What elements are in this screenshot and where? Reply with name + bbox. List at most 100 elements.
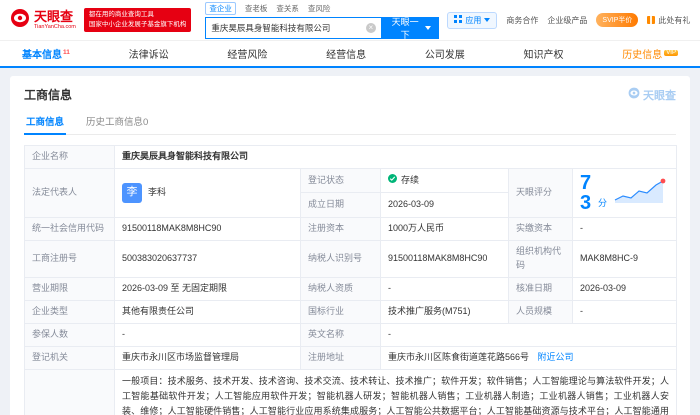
insured-count-label: 参保人数	[25, 323, 115, 346]
watermark: 天眼查	[628, 87, 676, 103]
search-type-tabs: 查企业 查老板 查关系 查风险	[205, 2, 439, 15]
paidin-capital-label: 实缴资本	[509, 217, 573, 240]
apps-menu[interactable]: 应用	[447, 12, 497, 29]
registration-authority-value: 重庆市永川区市场监督管理局	[115, 346, 301, 369]
english-name-value: -	[381, 323, 677, 346]
credit-code-value: 91500118MAK8M8HC90	[115, 217, 301, 240]
score-cell[interactable]: 73 分	[573, 168, 677, 217]
search-tab-company[interactable]: 查企业	[205, 2, 236, 15]
table-row: 营业期限 2026-03-09 至 无固定期限 纳税人资质 - 核准日期 202…	[25, 277, 677, 300]
table-row: 登记机关 重庆市永川区市场监督管理局 注册地址 重庆市永川区陈食街道莲花路566…	[25, 346, 677, 369]
org-code-label: 组织机构代码	[509, 240, 573, 277]
search-button[interactable]: 天眼一下	[382, 17, 440, 39]
enterprise-products-link[interactable]: 企业级产品	[547, 15, 587, 26]
company-type-value: 其他有限责任公司	[115, 300, 301, 323]
search-tab-relation[interactable]: 查关系	[276, 3, 299, 14]
search-button-label: 天眼一下	[390, 15, 421, 41]
tab-basic-info-label: 基本信息	[22, 50, 62, 61]
registered-address-value: 重庆市永川区陈食街道莲花路566号	[388, 352, 529, 362]
main-content: 工商信息 天眼查 工商信息 历史工商信息0 企业名称 重庆昊辰具身智能科技有限公…	[0, 68, 700, 415]
company-name-label: 企业名称	[25, 146, 115, 169]
business-scope-value: 一般项目：技术服务、技术开发、技术咨询、技术交流、技术转让、技术推广；软件开发；…	[115, 369, 677, 415]
business-info-table: 企业名称 重庆昊辰具身智能科技有限公司 法定代表人 李 李科 登记状态	[24, 145, 677, 415]
registered-capital-value: 1000万人民币	[381, 217, 509, 240]
gift-icon	[647, 16, 655, 24]
taxpayer-id-label: 纳税人识别号	[301, 240, 381, 277]
taxpayer-qualification-label: 纳税人资质	[301, 277, 381, 300]
score-trend-chart	[613, 176, 669, 209]
business-cooperation-link[interactable]: 商务合作	[506, 15, 538, 26]
tab-history-info-label: 历史信息	[622, 50, 662, 61]
promo-line-1: 都在用的商业查询工具	[89, 10, 187, 20]
search-area: 查企业 查老板 查关系 查风险 × 天眼一下	[205, 2, 439, 39]
table-row: 参保人数 - 英文名称 -	[25, 323, 677, 346]
gift-label: 此处有礼	[658, 15, 690, 26]
grid-icon	[454, 15, 462, 25]
company-section-tabs: 基本信息11 法律诉讼 经营风险 经营信息 公司发展 知识产权 历史信息VIP	[0, 40, 700, 68]
logo-domain: TianYanCha.com	[34, 25, 76, 31]
status-check-icon	[388, 174, 397, 188]
status-value: 存续	[401, 174, 419, 188]
legal-rep-avatar[interactable]: 李	[122, 183, 142, 203]
registration-authority-label: 登记机关	[25, 346, 115, 369]
search-tab-boss[interactable]: 查老板	[245, 3, 268, 14]
nearby-companies-link[interactable]: 附近公司	[538, 352, 574, 362]
legal-rep-name[interactable]: 李科	[148, 186, 166, 200]
business-term-value: 2026-03-09 至 无固定期限	[115, 277, 301, 300]
staff-size-label: 人员规模	[509, 300, 573, 323]
legal-rep-label: 法定代表人	[25, 168, 115, 217]
tab-history-info[interactable]: 历史信息VIP	[622, 46, 678, 61]
tab-legal-proceedings[interactable]: 法律诉讼	[129, 46, 169, 61]
tab-operating-risk[interactable]: 经营风险	[227, 46, 267, 61]
promo-banner: 都在用的商业查询工具 国家中小企业发展子基金旗下机构	[84, 8, 192, 33]
score-suffix: 分	[598, 197, 607, 211]
svip-promo-badge[interactable]: SVIP半价	[596, 13, 638, 27]
search-box: ×	[205, 17, 381, 39]
registration-number-label: 工商注册号	[25, 240, 115, 277]
caret-down-icon	[425, 26, 431, 30]
watermark-text: 天眼查	[643, 87, 676, 103]
business-info-card: 工商信息 天眼查 工商信息 历史工商信息0 企业名称 重庆昊辰具身智能科技有限公…	[10, 76, 690, 415]
table-row: 统一社会信用代码 91500118MAK8M8HC90 注册资本 1000万人民…	[25, 217, 677, 240]
company-type-label: 企业类型	[25, 300, 115, 323]
chevron-down-icon	[484, 18, 490, 22]
score-label: 天眼评分	[509, 168, 573, 217]
business-scope-label: 经营范围	[25, 369, 115, 415]
tab-basic-info-count: 11	[63, 49, 70, 56]
registered-capital-label: 注册资本	[301, 217, 381, 240]
score-value: 73	[580, 173, 595, 213]
search-tab-risk[interactable]: 查风险	[308, 3, 331, 14]
staff-size-value: -	[573, 300, 677, 323]
legal-rep-cell: 李 李科	[115, 168, 301, 217]
status-cell: 存续	[381, 168, 509, 193]
subtab-history-info[interactable]: 历史工商信息0	[84, 111, 150, 134]
table-row: 企业名称 重庆昊辰具身智能科技有限公司	[25, 146, 677, 169]
approval-date-label: 核准日期	[509, 277, 573, 300]
tab-intellectual-property[interactable]: 知识产权	[524, 46, 564, 61]
registered-address-cell: 重庆市永川区陈食街道莲花路566号 附近公司	[381, 346, 677, 369]
gift-link[interactable]: 此处有礼	[647, 15, 690, 26]
tianyancha-logo[interactable]: 天眼查 TianYanCha.com	[10, 8, 76, 33]
promo-line-2: 国家中小企业发展子基金旗下机构	[89, 20, 187, 30]
tab-basic-info[interactable]: 基本信息11	[22, 46, 70, 61]
org-code-value: MAK8M8HC-9	[573, 240, 677, 277]
industry-value: 技术推广服务(M751)	[381, 300, 509, 323]
registered-address-label: 注册地址	[301, 346, 381, 369]
search-input[interactable]	[211, 23, 365, 33]
credit-code-label: 统一社会信用代码	[25, 217, 115, 240]
industry-label: 国标行业	[301, 300, 381, 323]
subtabs: 工商信息 历史工商信息0	[24, 111, 676, 135]
table-row: 法定代表人 李 李科 登记状态 存续	[25, 168, 677, 193]
vip-badge: VIP	[664, 50, 678, 56]
paidin-capital-value: -	[573, 217, 677, 240]
insured-count-value: -	[115, 323, 301, 346]
approval-date-value: 2026-03-09	[573, 277, 677, 300]
subtab-current-info[interactable]: 工商信息	[24, 111, 66, 135]
clear-search-icon[interactable]: ×	[366, 23, 376, 33]
established-value: 2026-03-09	[381, 193, 509, 218]
tab-company-development[interactable]: 公司发展	[425, 46, 465, 61]
tab-operating-info[interactable]: 经营信息	[326, 46, 366, 61]
english-name-label: 英文名称	[301, 323, 381, 346]
taxpayer-id-value: 91500118MAK8M8HC90	[381, 240, 509, 277]
business-term-label: 营业期限	[25, 277, 115, 300]
